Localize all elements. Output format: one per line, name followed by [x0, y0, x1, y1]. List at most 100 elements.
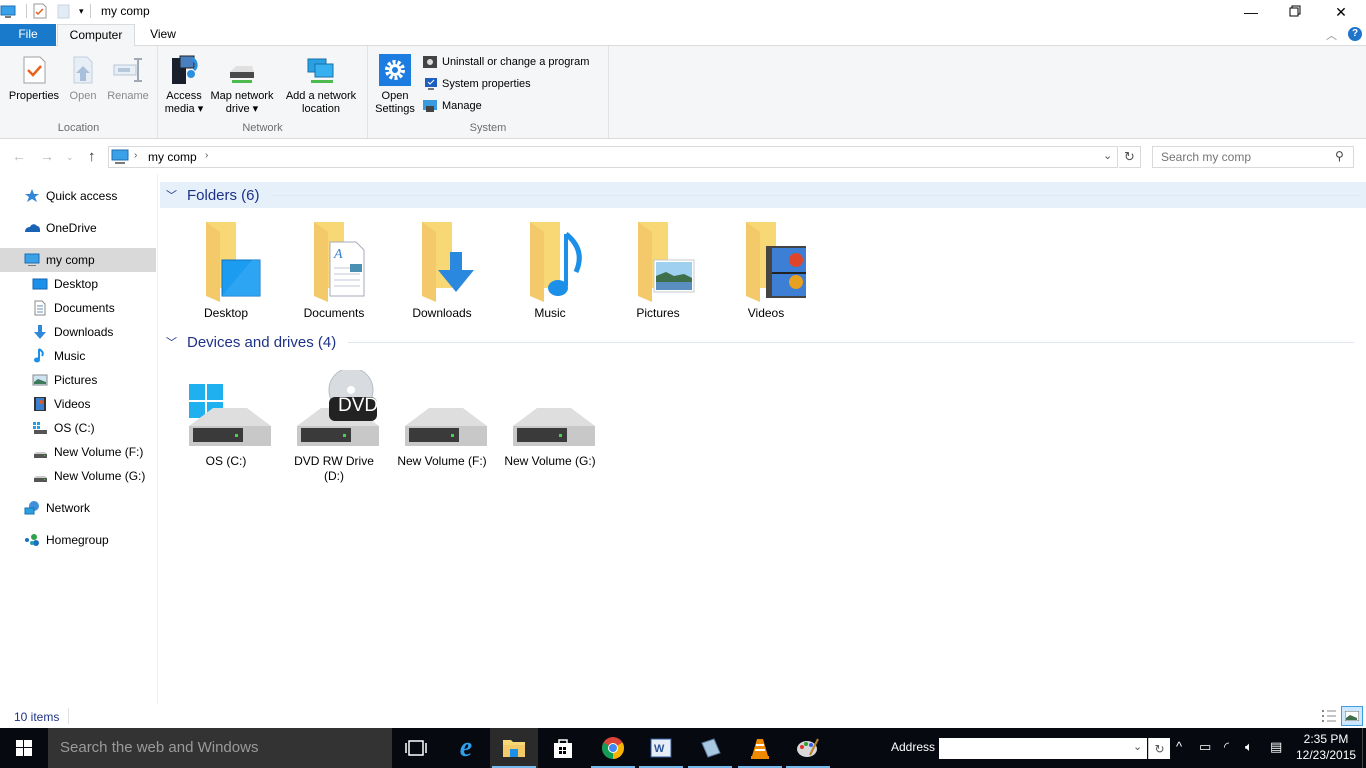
sidebar-item-os-c[interactable]: OS (C:) [0, 416, 156, 440]
address-dropdown-button[interactable]: ⌄ [1103, 149, 1112, 162]
battery-icon[interactable]: ▭ [1199, 739, 1211, 755]
vlc-icon [751, 739, 769, 759]
folder-videos[interactable]: Videos [716, 216, 816, 321]
folder-documents[interactable]: A Documents [284, 216, 384, 321]
paint-icon [797, 738, 819, 757]
refresh-button[interactable]: ↻ [1119, 146, 1141, 168]
properties-button[interactable]: Properties [4, 50, 64, 103]
up-button[interactable]: ↑ [88, 148, 96, 165]
file-explorer-button[interactable] [490, 728, 538, 768]
uninstall-program-button[interactable]: Uninstall or change a program [422, 52, 589, 72]
address-go-button[interactable]: ↻ [1148, 738, 1170, 759]
show-desktop-button[interactable] [1362, 728, 1366, 768]
rename-button[interactable]: Rename [104, 50, 152, 103]
folder-music[interactable]: Music [500, 216, 600, 321]
manage-button[interactable]: Manage [422, 96, 482, 116]
drive-new-volume-g[interactable]: New Volume (G:) [500, 370, 600, 469]
address-toolbar-input[interactable]: ⌄ [939, 738, 1147, 759]
details-view-button[interactable] [1320, 708, 1338, 724]
word-button[interactable]: W [637, 728, 685, 768]
breadcrumb-separator-icon[interactable]: › [205, 150, 208, 161]
tab-file[interactable]: File [0, 24, 56, 46]
paint-button[interactable] [784, 728, 832, 768]
folder-downloads[interactable]: Downloads [392, 216, 492, 321]
sidebar-item-videos[interactable]: Videos [0, 392, 156, 416]
access-media-button[interactable]: Access media ▾ [162, 50, 206, 116]
wifi-icon[interactable]: ◜ [1224, 739, 1229, 755]
drive-new-volume-f[interactable]: New Volume (F:) [392, 370, 492, 469]
sidebar-item-quick-access[interactable]: Quick access [0, 184, 156, 208]
sidebar-item-my-comp[interactable]: my comp [0, 248, 156, 272]
notepad-button[interactable] [686, 728, 734, 768]
chevron-down-icon[interactable]: ⌄ [1133, 740, 1142, 753]
system-properties-button[interactable]: System properties [422, 74, 531, 94]
computer-icon[interactable] [0, 5, 16, 18]
store-icon [554, 739, 572, 758]
folder-desktop[interactable]: Desktop [176, 216, 276, 321]
sidebar-item-music[interactable]: Music [0, 344, 156, 368]
sidebar-item-network[interactable]: Network [0, 496, 156, 520]
volume-icon[interactable]: 🔈︎ [1245, 739, 1253, 755]
sidebar-item-pictures[interactable]: Pictures [0, 368, 156, 392]
videos-folder-icon [726, 216, 814, 306]
store-button[interactable] [539, 728, 587, 768]
show-hidden-icons-button[interactable]: ^ [1176, 739, 1182, 754]
drive-os-c[interactable]: OS (C:) [176, 370, 276, 469]
chevron-down-icon: ⌄ [1103, 150, 1113, 162]
item-count: 10 items [14, 710, 60, 724]
action-center-icon[interactable]: ▤ [1270, 739, 1282, 755]
sidebar-item-downloads[interactable]: Downloads [0, 320, 156, 344]
svg-text:W: W [654, 743, 665, 755]
internet-explorer-icon: e [459, 732, 473, 763]
open-settings-button[interactable]: Open Settings [372, 50, 418, 116]
music-icon [32, 348, 48, 364]
hard-drive-icon [510, 370, 595, 454]
drive-icon [32, 468, 48, 484]
sidebar-item-homegroup[interactable]: Homegroup [0, 528, 156, 552]
sidebar-item-new-volume-f[interactable]: New Volume (F:) [0, 440, 156, 464]
map-network-drive-button[interactable]: Map network drive ▾ [206, 50, 278, 116]
documents-icon [32, 300, 48, 316]
search-icon[interactable]: ⚲ [1335, 149, 1344, 163]
folders-group-header[interactable]: ﹀ Folders (6) [160, 182, 1366, 208]
folder-pictures[interactable]: Pictures [608, 216, 708, 321]
chrome-button[interactable] [589, 728, 637, 768]
sidebar-item-new-volume-g[interactable]: New Volume (G:) [0, 464, 156, 488]
sidebar-item-desktop[interactable]: Desktop [0, 272, 156, 296]
add-network-location-button[interactable]: Add a network location [280, 50, 362, 116]
help-button[interactable]: ? [1348, 27, 1362, 41]
customize-quick-access-dropdown[interactable]: ▾ [79, 6, 84, 17]
open-button[interactable]: Open [64, 50, 102, 103]
internet-explorer-button[interactable]: e [442, 728, 490, 768]
system-clock[interactable]: 2:35 PM 12/23/2015 [1296, 731, 1356, 763]
sidebar-item-onedrive[interactable]: OneDrive [0, 216, 156, 240]
sidebar-item-documents[interactable]: Documents [0, 296, 156, 320]
task-view-button[interactable] [392, 728, 440, 768]
desktop-icon [32, 276, 48, 292]
properties-quick-icon[interactable] [33, 3, 47, 19]
taskbar-search-box[interactable]: Search the web and Windows [48, 728, 392, 768]
breadcrumb-my-comp[interactable]: my comp [148, 150, 197, 164]
vlc-button[interactable] [736, 728, 784, 768]
videos-icon [32, 396, 48, 412]
search-input[interactable] [1153, 147, 1333, 167]
homegroup-icon [24, 532, 40, 548]
collapse-ribbon-button[interactable]: ︿ [1326, 27, 1337, 43]
tab-view[interactable]: View [136, 24, 190, 46]
large-icons-view-button[interactable] [1341, 706, 1363, 726]
start-button[interactable] [0, 728, 48, 768]
address-bar[interactable]: › my comp › ⌄ [108, 146, 1118, 168]
svg-text:A: A [333, 247, 343, 262]
drives-group-header[interactable]: ﹀ Devices and drives (4) [160, 329, 1360, 355]
new-folder-quick-icon[interactable] [57, 3, 71, 19]
recent-locations-button[interactable]: ⌄ [66, 152, 74, 163]
back-button[interactable]: ← [12, 148, 26, 164]
clock-date: 12/23/2015 [1296, 748, 1357, 762]
close-button[interactable]: ✕ [1318, 0, 1364, 24]
arrow-right-icon: → [40, 148, 54, 164]
drive-dvd-d[interactable]: DVD DVD RW Drive (D:) [284, 367, 384, 484]
maximize-button[interactable] [1272, 0, 1318, 24]
forward-button[interactable]: → [40, 148, 54, 164]
tab-computer[interactable]: Computer [57, 24, 135, 47]
minimize-button[interactable]: — [1228, 0, 1274, 24]
